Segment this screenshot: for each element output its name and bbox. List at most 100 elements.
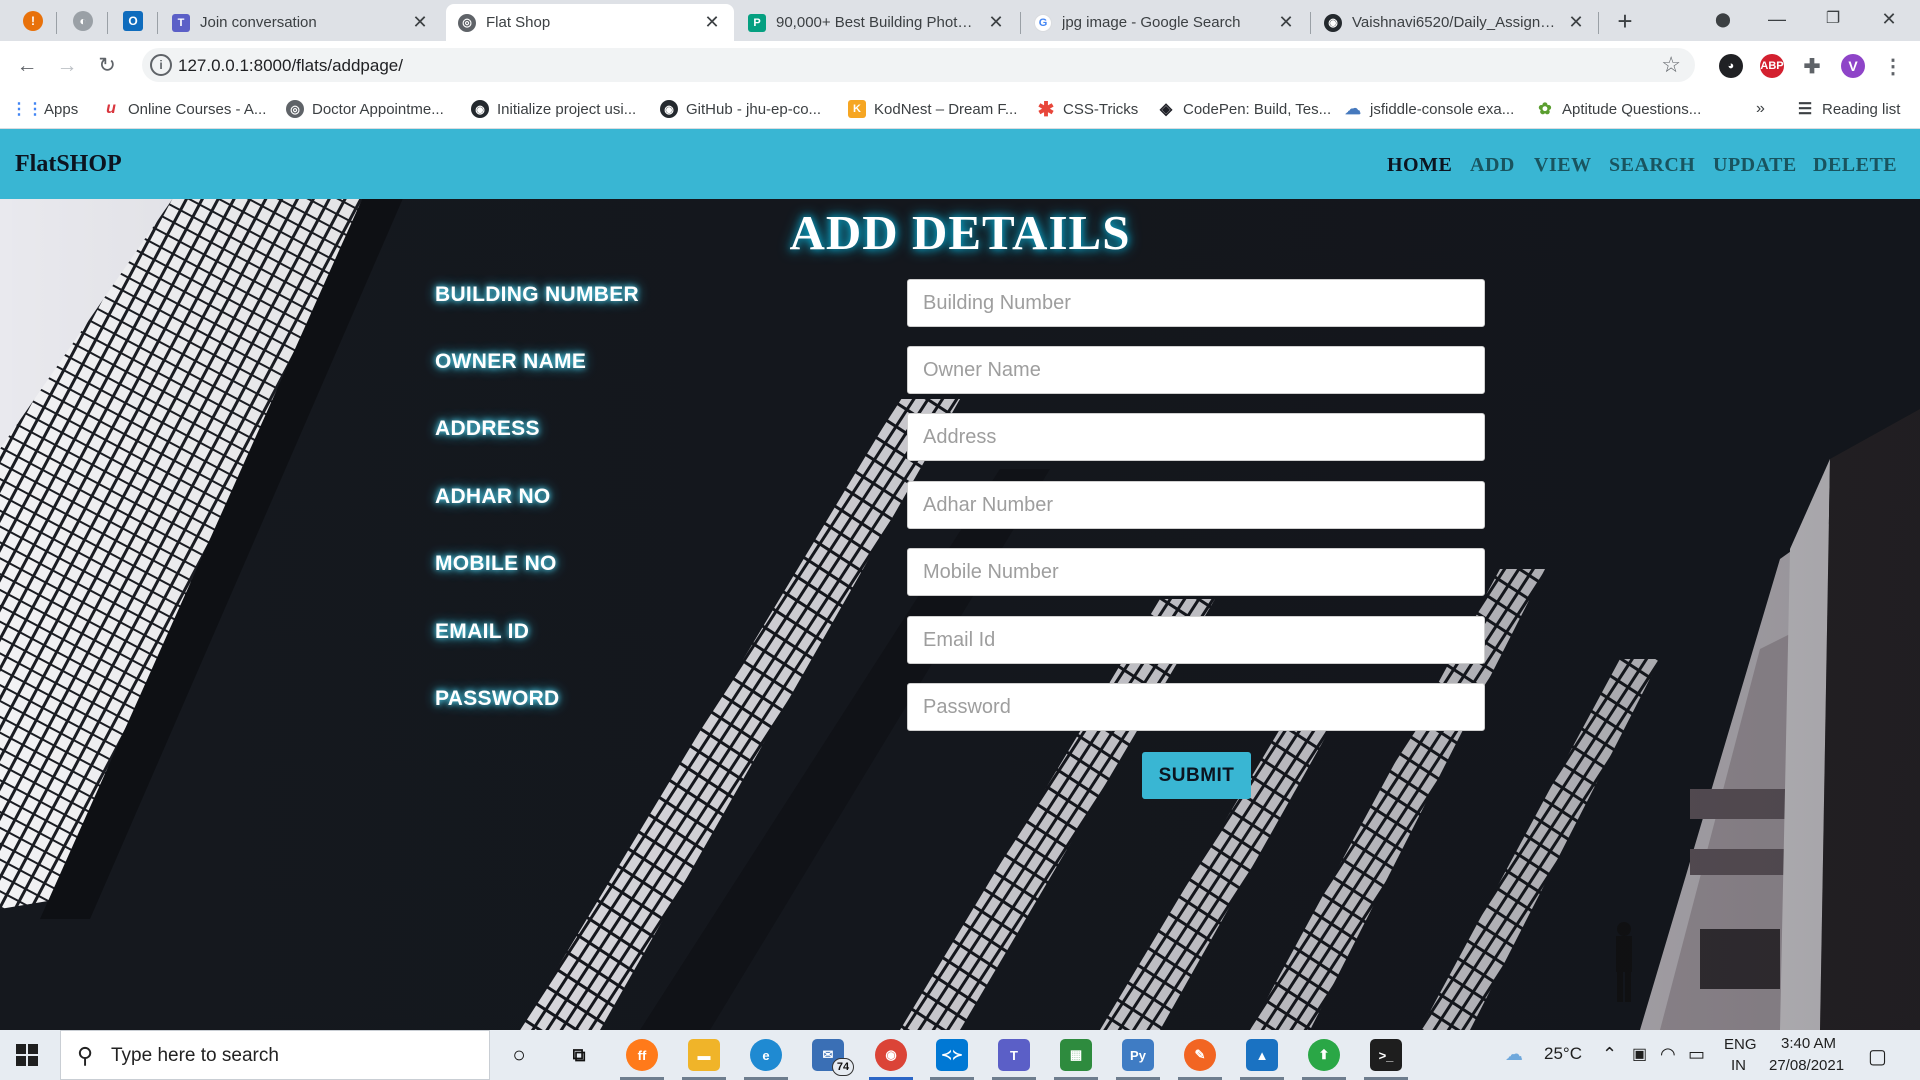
nav-update[interactable]: UPDATE <box>1713 154 1797 177</box>
kodnest-icon: K <box>848 100 866 118</box>
page-viewport: FlatSHOP HOME ADD VIEW SEARCH UPDATE DEL… <box>0 129 1920 1030</box>
forward-icon[interactable]: → <box>52 51 82 81</box>
owner-name-input[interactable] <box>907 346 1485 394</box>
bookmark-initialize-project[interactable]: ◉ Initialize project usi... <box>471 98 636 120</box>
address-bar[interactable]: i 127.0.0.1:8000/flats/addpage/ ☆ <box>142 48 1695 82</box>
bookmarks-overflow-icon[interactable]: » <box>1756 98 1765 120</box>
new-tab-button[interactable]: + <box>1610 8 1640 36</box>
adhar-number-input[interactable] <box>907 481 1485 529</box>
teams-icon: T <box>172 13 190 32</box>
pinned-tab[interactable]: O <box>114 6 152 36</box>
globe-icon: ◎ <box>458 13 476 32</box>
file-explorer-icon[interactable]: ▬ <box>688 1039 720 1071</box>
email-id-input[interactable] <box>907 616 1485 664</box>
incognito-extension-icon[interactable]: ◕ <box>1719 54 1743 78</box>
tab-flat-shop[interactable]: ◎ Flat Shop ✕ <box>446 4 734 41</box>
submit-button[interactable]: SUBMIT <box>1142 752 1251 799</box>
wifi-icon[interactable]: ◠ <box>1660 1044 1676 1065</box>
address-input[interactable] <box>907 413 1485 461</box>
notification-icon[interactable]: ▢ <box>1868 1044 1887 1069</box>
site-navbar: FlatSHOP HOME ADD VIEW SEARCH UPDATE DEL… <box>0 129 1920 199</box>
indiabix-icon: ✿ <box>1538 101 1552 118</box>
label-address: ADDRESS <box>435 417 540 440</box>
more-menu-icon[interactable]: ⋮ <box>1881 54 1905 78</box>
windows-start-icon[interactable] <box>16 1044 38 1066</box>
profile-avatar[interactable]: V <box>1841 54 1865 78</box>
vscode-icon[interactable]: ≺≻ <box>936 1039 968 1071</box>
back-icon[interactable]: ← <box>12 51 42 81</box>
battery-icon[interactable]: ▭ <box>1688 1044 1705 1065</box>
password-input[interactable] <box>907 683 1485 731</box>
browser-tab-strip: ! ◐ O T Join conversation ✕ ◎ Flat Shop … <box>0 0 1920 41</box>
bookmark-aptitude[interactable]: ✿ Aptitude Questions... <box>1536 98 1701 120</box>
minimize-icon[interactable]: — <box>1754 0 1800 41</box>
clock-time[interactable]: 3:40 AM <box>1781 1035 1836 1052</box>
spreadsheet-app-icon[interactable]: ▦ <box>1060 1039 1092 1071</box>
nav-home[interactable]: HOME <box>1387 154 1452 177</box>
tray-chevron-up-icon[interactable]: ⌃ <box>1602 1044 1617 1065</box>
close-window-icon[interactable]: ✕ <box>1866 0 1912 41</box>
close-icon[interactable]: ✕ <box>1276 12 1296 33</box>
close-icon[interactable]: ✕ <box>986 12 1006 33</box>
restore-icon[interactable]: ❐ <box>1810 0 1856 41</box>
bookmark-jsfiddle[interactable]: ☁ jsfiddle-console exa... <box>1344 98 1514 120</box>
tab-search-icon[interactable]: ⬤ <box>1700 0 1746 41</box>
bookmark-github-jhu[interactable]: ◉ GitHub - jhu-ep-co... <box>660 98 821 120</box>
tab-join-conversation[interactable]: T Join conversation ✕ <box>160 4 442 41</box>
python-icon[interactable]: Py <box>1122 1039 1154 1071</box>
url-text[interactable]: 127.0.0.1:8000/flats/addpage/ <box>178 56 403 76</box>
form-title: ADD DETAILS <box>789 205 1131 260</box>
reload-icon[interactable]: ↻ <box>92 51 122 81</box>
meet-now-icon[interactable]: ▣ <box>1632 1044 1647 1064</box>
nav-search[interactable]: SEARCH <box>1609 154 1695 177</box>
bookmark-online-courses[interactable]: u Online Courses - A... <box>102 98 266 120</box>
terminal-icon[interactable]: >_ <box>1370 1039 1402 1071</box>
task-view-icon[interactable]: ⧉ <box>563 1039 595 1071</box>
extensions-puzzle-icon[interactable]: ✚ <box>1800 54 1824 78</box>
postman-icon[interactable]: ✎ <box>1184 1039 1216 1071</box>
bookmark-kodnest[interactable]: K KodNest – Dream F... <box>848 98 1017 120</box>
mobile-number-input[interactable] <box>907 548 1485 596</box>
firefox-icon[interactable]: ff <box>626 1039 658 1071</box>
nav-add[interactable]: ADD <box>1470 154 1515 177</box>
site-info-icon[interactable]: i <box>150 54 172 76</box>
bookmark-apps[interactable]: ⋮⋮ Apps <box>11 98 78 120</box>
weather-icon[interactable]: ☁ <box>1505 1044 1523 1065</box>
pinned-tab[interactable]: ! <box>14 6 52 36</box>
edge-icon[interactable]: e <box>750 1039 782 1071</box>
globe-icon: ◐ <box>73 11 93 31</box>
taskbar-search-box[interactable]: ⚲ Type here to search <box>60 1030 490 1080</box>
teams-icon[interactable]: T <box>998 1039 1030 1071</box>
nav-delete[interactable]: DELETE <box>1813 154 1897 177</box>
chrome-icon[interactable]: ◉ <box>875 1039 907 1071</box>
reading-list-button[interactable]: ☰ Reading list <box>1796 98 1901 120</box>
clock-date[interactable]: 27/08/2021 <box>1769 1057 1844 1074</box>
rocket-app-icon[interactable]: ⬆ <box>1308 1039 1340 1071</box>
tab-building-photos[interactable]: P 90,000+ Best Building Photos · ✕ <box>736 4 1018 41</box>
label-mobile-no: MOBILE NO <box>435 552 557 575</box>
close-icon[interactable]: ✕ <box>410 12 430 33</box>
region-indicator[interactable]: IN <box>1731 1057 1746 1074</box>
bookmark-star-icon[interactable]: ☆ <box>1661 52 1681 78</box>
photos-icon[interactable]: ▲ <box>1246 1039 1278 1071</box>
weather-temperature[interactable]: 25°C <box>1544 1044 1582 1064</box>
bookmark-codepen[interactable]: ◈ CodePen: Build, Tes... <box>1157 98 1331 120</box>
label-password: PASSWORD <box>435 687 560 710</box>
close-icon[interactable]: ✕ <box>1566 12 1586 33</box>
pinned-site-icon: ! <box>23 11 43 31</box>
nav-view[interactable]: VIEW <box>1534 154 1592 177</box>
close-icon[interactable]: ✕ <box>702 12 722 33</box>
site-brand[interactable]: FlatSHOP <box>15 151 122 178</box>
search-icon: ⚲ <box>77 1043 94 1068</box>
language-indicator[interactable]: ENG <box>1724 1036 1757 1053</box>
github-icon: ◉ <box>1324 13 1342 32</box>
bookmark-css-tricks[interactable]: ✱ CSS-Tricks <box>1037 98 1139 121</box>
tab-google-search[interactable]: G jpg image - Google Search ✕ <box>1022 4 1308 41</box>
bookmark-doctor-appointment[interactable]: ◎ Doctor Appointme... <box>286 98 444 120</box>
cortana-icon[interactable]: ○ <box>503 1039 535 1071</box>
building-number-input[interactable] <box>907 279 1485 327</box>
adblock-extension-icon[interactable]: ABP <box>1760 54 1784 78</box>
tab-github-repo[interactable]: ◉ Vaishnavi6520/Daily_Assignmen ✕ <box>1312 4 1598 41</box>
codepen-icon: ◈ <box>1159 101 1173 118</box>
pinned-tab[interactable]: ◐ <box>64 6 102 36</box>
